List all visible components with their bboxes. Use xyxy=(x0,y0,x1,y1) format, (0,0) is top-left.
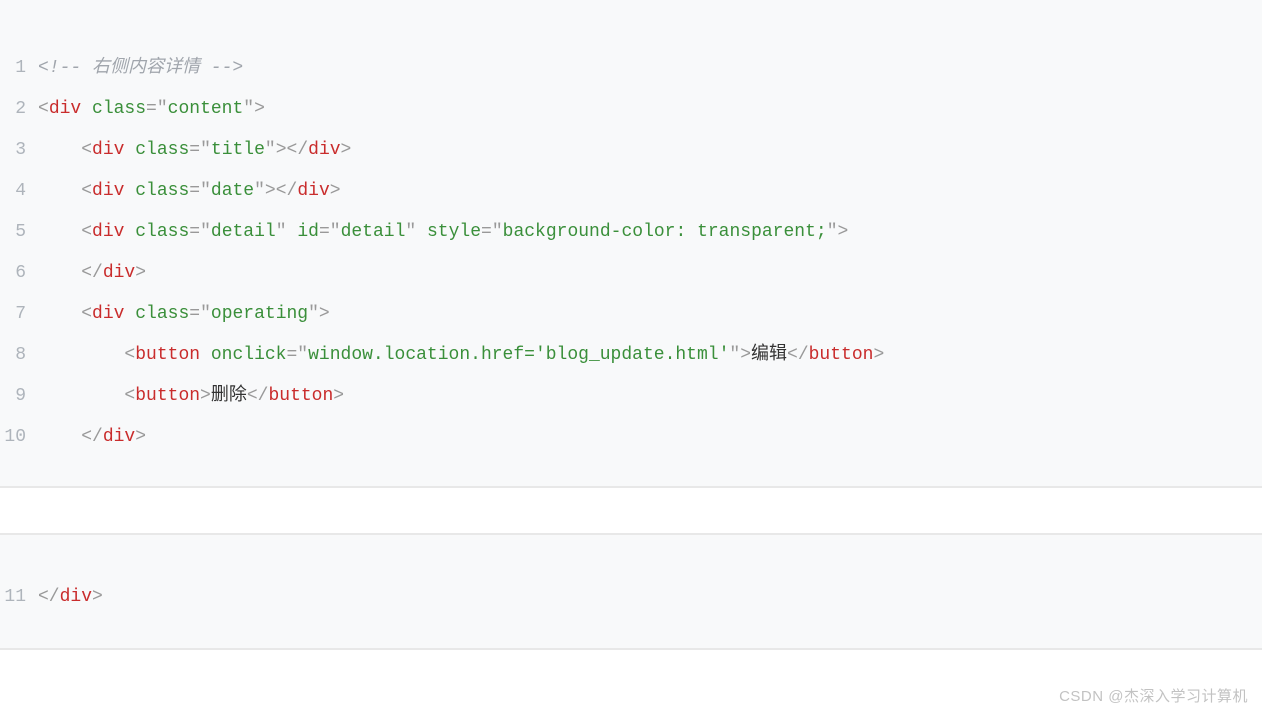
code-content: </div> xyxy=(38,417,1262,458)
line-number: 5 xyxy=(0,212,38,253)
watermark: CSDN @杰深入学习计算机 xyxy=(1059,685,1248,706)
code-line: 8 <button onclick="window.location.href=… xyxy=(0,335,1262,376)
line-number: 4 xyxy=(0,171,38,212)
line-number: 6 xyxy=(0,253,38,294)
code-content: </div> xyxy=(38,577,1262,618)
code-line: 3 <div class="title"></div> xyxy=(0,130,1262,171)
code-content: <div class="title"></div> xyxy=(38,130,1262,171)
line-number: 8 xyxy=(0,335,38,376)
code-line: 6 </div> xyxy=(0,253,1262,294)
line-number: 1 xyxy=(0,48,38,89)
code-line: 7 <div class="operating"> xyxy=(0,294,1262,335)
code-content: <div class="date"></div> xyxy=(38,171,1262,212)
code-line: 4 <div class="date"></div> xyxy=(0,171,1262,212)
code-content: <div class="content"> xyxy=(38,89,1262,130)
code-line: 2<div class="content"> xyxy=(0,89,1262,130)
code-line: 9 <button>删除</button> xyxy=(0,376,1262,417)
code-content: <button>删除</button> xyxy=(38,376,1262,417)
line-number: 10 xyxy=(0,417,38,458)
code-content: <div class="operating"> xyxy=(38,294,1262,335)
line-number: 9 xyxy=(0,376,38,417)
line-number: 11 xyxy=(0,577,38,618)
code-block-2: 11</div> xyxy=(0,533,1262,650)
code-content: <div class="detail" id="detail" style="b… xyxy=(38,212,1262,253)
line-number: 7 xyxy=(0,294,38,335)
code-line: 10 </div> xyxy=(0,417,1262,458)
code-content: </div> xyxy=(38,253,1262,294)
code-line: 11</div> xyxy=(0,577,1262,618)
code-content: <button onclick="window.location.href='b… xyxy=(38,335,1262,376)
code-line: 1<!-- 右侧内容详情 --> xyxy=(0,48,1262,89)
code-block-1: 1<!-- 右侧内容详情 -->2<div class="content">3 … xyxy=(0,0,1262,488)
line-number: 3 xyxy=(0,130,38,171)
code-line: 5 <div class="detail" id="detail" style=… xyxy=(0,212,1262,253)
line-number: 2 xyxy=(0,89,38,130)
code-content: <!-- 右侧内容详情 --> xyxy=(38,48,1262,89)
